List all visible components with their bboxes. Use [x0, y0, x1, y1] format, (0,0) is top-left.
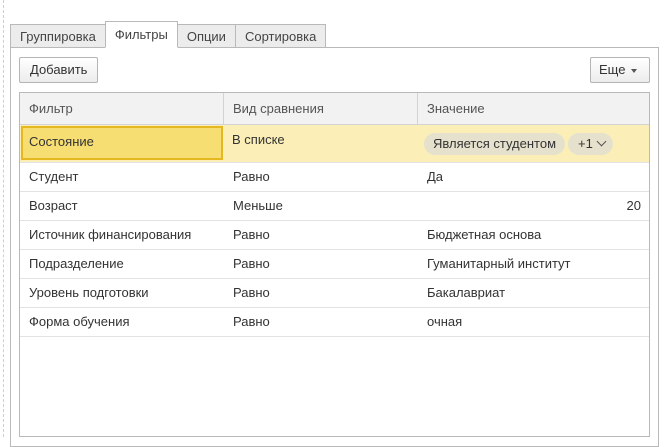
- table-row[interactable]: Источник финансирования Равно Бюджетная …: [20, 221, 649, 250]
- column-header-filter[interactable]: Фильтр: [20, 93, 224, 124]
- tab-sorting[interactable]: Сортировка: [234, 24, 327, 48]
- column-header-value[interactable]: Значение: [418, 93, 649, 124]
- dropdown-caret-icon: [631, 68, 638, 73]
- tab-filters[interactable]: Фильтры: [104, 21, 178, 48]
- filter-cell[interactable]: Источник финансирования: [20, 221, 224, 249]
- left-dashed-divider: [3, 0, 4, 437]
- more-button[interactable]: Еще: [590, 57, 650, 83]
- value-cell[interactable]: 20: [418, 192, 649, 220]
- column-header-comparison[interactable]: Вид сравнения: [224, 93, 418, 124]
- filters-table: Фильтр Вид сравнения Значение Состояние …: [19, 92, 650, 437]
- value-cell[interactable]: Бюджетная основа: [418, 221, 649, 249]
- table-row[interactable]: Уровень подготовки Равно Бакалавриат: [20, 279, 649, 308]
- value-cell[interactable]: Бакалавриат: [418, 279, 649, 307]
- filter-cell[interactable]: Уровень подготовки: [20, 279, 224, 307]
- comparison-cell[interactable]: В списке: [223, 125, 417, 162]
- more-button-label: Еще: [599, 62, 626, 77]
- table-row[interactable]: Возраст Меньше 20: [20, 192, 649, 221]
- value-cell[interactable]: очная: [418, 308, 649, 336]
- table-row[interactable]: Форма обучения Равно очная: [20, 308, 649, 337]
- table-row[interactable]: Подразделение Равно Гуманитарный институ…: [20, 250, 649, 279]
- comparison-cell[interactable]: Меньше: [224, 192, 418, 220]
- comparison-cell[interactable]: Равно: [224, 279, 418, 307]
- tab-grouping[interactable]: Группировка: [10, 24, 106, 48]
- table-row-selected[interactable]: Состояние В списке Является студентом +1: [20, 125, 649, 163]
- more-values-count: +1: [578, 135, 593, 151]
- table-header: Фильтр Вид сравнения Значение: [20, 93, 649, 125]
- filter-cell[interactable]: Состояние: [21, 126, 223, 160]
- value-cell[interactable]: Является студентом +1: [417, 125, 648, 162]
- chevron-down-icon: [596, 136, 607, 146]
- filter-cell[interactable]: Форма обучения: [20, 308, 224, 336]
- filter-cell[interactable]: Студент: [20, 163, 224, 191]
- tab-options[interactable]: Опции: [176, 24, 236, 48]
- value-cell[interactable]: Да: [418, 163, 649, 191]
- value-chip[interactable]: Является студентом: [424, 132, 566, 155]
- value-cell[interactable]: Гуманитарный институт: [418, 250, 649, 278]
- comparison-cell[interactable]: Равно: [224, 163, 418, 191]
- filter-cell[interactable]: Подразделение: [20, 250, 224, 278]
- comparison-cell[interactable]: Равно: [224, 308, 418, 336]
- tab-bar: Группировка Фильтры Опции Сортировка: [10, 21, 327, 48]
- add-button-label: Добавить: [30, 62, 88, 77]
- more-values-chip[interactable]: +1: [568, 132, 613, 155]
- comparison-cell[interactable]: Равно: [224, 221, 418, 249]
- filter-cell[interactable]: Возраст: [20, 192, 224, 220]
- add-button[interactable]: Добавить: [19, 57, 99, 83]
- comparison-cell[interactable]: Равно: [224, 250, 418, 278]
- table-row[interactable]: Студент Равно Да: [20, 163, 649, 192]
